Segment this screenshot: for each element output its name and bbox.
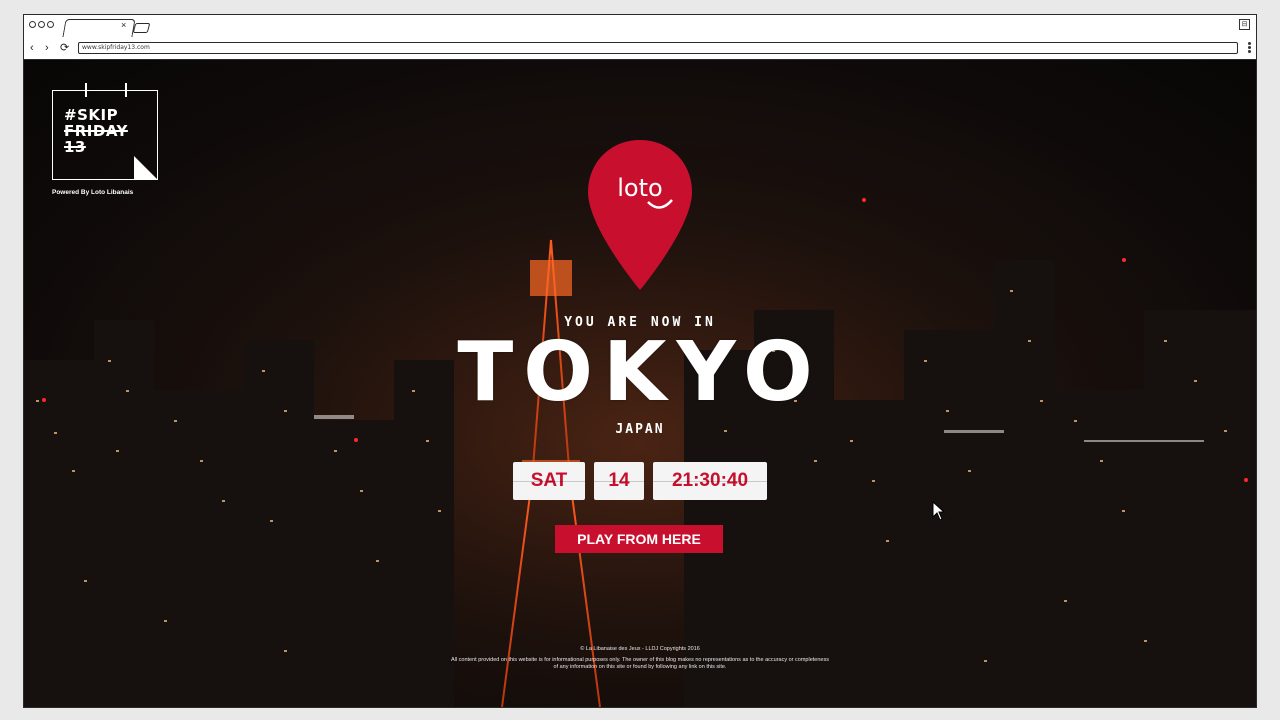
close-window-icon[interactable] xyxy=(29,21,36,28)
forward-button[interactable]: › xyxy=(45,41,49,55)
logo-number: 13 xyxy=(64,138,86,156)
powered-by-text: Powered By Loto Libanais xyxy=(52,189,134,196)
minimize-window-icon[interactable] xyxy=(38,21,45,28)
day-display: SAT xyxy=(513,462,585,500)
date-display: 14 xyxy=(594,462,644,500)
logo-friday: FRIDAY xyxy=(64,122,128,140)
map-pin-icon: loto xyxy=(588,140,692,290)
tab-close-icon[interactable]: × xyxy=(121,20,126,30)
country-name: JAPAN xyxy=(615,422,665,437)
loto-logo-text: loto xyxy=(617,174,662,202)
window-menu-icon[interactable]: ⊟ xyxy=(1239,19,1250,30)
city-name: TOKYO xyxy=(457,325,823,420)
reload-button[interactable]: ⟳ xyxy=(60,41,69,55)
new-tab-button[interactable] xyxy=(132,23,151,33)
url-input[interactable]: www.skipfriday13.com xyxy=(78,42,1238,54)
disclaimer-text: All content provided on this website is … xyxy=(451,657,829,663)
maximize-window-icon[interactable] xyxy=(47,21,54,28)
disclaimer-text-continued: of any information on this site or found… xyxy=(553,664,727,670)
copyright-text: © La Libanaise des Jeux - LLDJ Copyright… xyxy=(580,646,700,652)
back-button[interactable]: ‹ xyxy=(30,41,34,55)
play-from-here-button[interactable]: PLAY FROM HERE xyxy=(555,525,723,553)
window-controls[interactable] xyxy=(29,21,54,28)
date-time-display: SAT 14 21:30:40 xyxy=(513,462,767,500)
tab-bar: × ⊟ xyxy=(24,15,1256,38)
browser-menu-icon[interactable] xyxy=(1248,42,1251,53)
mouse-cursor-icon xyxy=(932,501,946,521)
browser-window: × ⊟ ‹ › ⟳ www.skipfriday13.com #SKIP FRI… xyxy=(23,14,1257,708)
logo-hashtag: #SKIP xyxy=(64,106,119,124)
address-bar: ‹ › ⟳ www.skipfriday13.com xyxy=(24,37,1256,60)
page-viewport: #SKIP FRIDAY 13 Powered By Loto Libanais… xyxy=(24,60,1256,707)
time-display: 21:30:40 xyxy=(653,462,767,500)
skip-friday-13-logo[interactable]: #SKIP FRIDAY 13 xyxy=(52,83,158,180)
footer: © La Libanaise des Jeux - LLDJ Copyright… xyxy=(24,646,1256,671)
page-fold-icon xyxy=(134,156,158,180)
